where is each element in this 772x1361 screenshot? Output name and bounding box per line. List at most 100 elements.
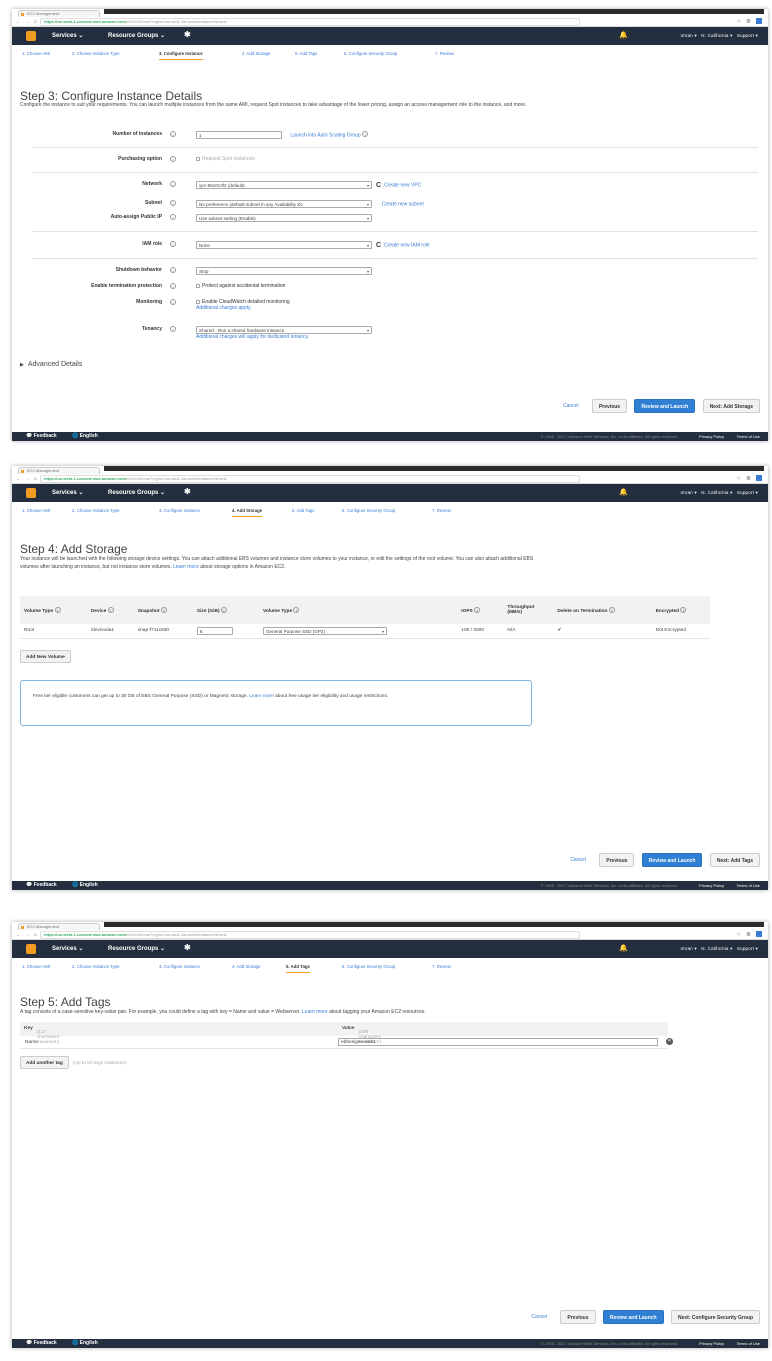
public-ip-select[interactable]: Use subnet setting (Enable): [196, 214, 372, 222]
step-tab-3[interactable]: 3. Configure Instance: [159, 51, 203, 60]
step-tab-6[interactable]: 6. Configure Security Group: [344, 51, 397, 56]
step-tab-4[interactable]: 4. Add Storage: [242, 51, 270, 56]
learn-more-link[interactable]: Learn more: [302, 1009, 328, 1015]
step-tab-7[interactable]: 7. Review: [435, 51, 454, 56]
network-select[interactable]: vpc-9610c2f2 (default): [196, 181, 372, 189]
add-tag-button[interactable]: Add another tag: [20, 1056, 69, 1069]
previous-button[interactable]: Previous: [599, 853, 635, 867]
aws-cube-icon[interactable]: [26, 488, 36, 498]
next-button[interactable]: Next: Add Tags: [709, 853, 760, 867]
next-button[interactable]: Next: Configure Security Group: [670, 1310, 760, 1324]
info-icon[interactable]: i: [170, 283, 176, 289]
nav-icons[interactable]: ← → C: [16, 476, 39, 481]
extension-icons[interactable]: ☆ ⊞: [737, 475, 762, 481]
extension-icons[interactable]: ☆ ⊞: [737, 18, 762, 24]
privacy-link[interactable]: Privacy Policy: [699, 434, 724, 439]
terms-link[interactable]: Terms of Use: [736, 434, 760, 439]
cancel-button[interactable]: Cancel: [525, 1310, 553, 1324]
account-menus[interactable]: Imran ▾ N. California ▾ Support ▾: [681, 490, 759, 496]
terms-link[interactable]: Terms of Use: [736, 883, 760, 888]
step-tab-2[interactable]: 2. Choose Instance Type: [72, 508, 119, 513]
refresh-icon[interactable]: C: [376, 242, 381, 249]
learn-more-link[interactable]: Learn more: [249, 694, 274, 699]
pin-icon[interactable]: ✱: [184, 487, 191, 496]
iam-select[interactable]: None: [196, 241, 372, 249]
review-launch-button[interactable]: Review and Launch: [641, 853, 703, 867]
cancel-button[interactable]: Cancel: [557, 399, 585, 413]
tag-value-input[interactable]: ebbesigns-web1: [338, 1038, 658, 1046]
next-button[interactable]: Next: Add Storage: [702, 399, 760, 413]
account-menus[interactable]: Imran ▾ N. California ▾ Support ▾: [681, 946, 759, 952]
services-menu[interactable]: Services ⌄: [52, 489, 83, 496]
privacy-link[interactable]: Privacy Policy: [699, 1341, 724, 1346]
language-link[interactable]: 🌐 English: [72, 1340, 98, 1346]
monitoring-charges-link[interactable]: Additional charges apply.: [196, 305, 252, 311]
learn-more-link[interactable]: Learn more: [173, 564, 199, 570]
delete-checkbox[interactable]: ✔: [553, 624, 652, 639]
browser-tab[interactable]: EC2 Management: [18, 923, 100, 930]
volume-type-select[interactable]: General Purpose SSD (GP2): [262, 626, 387, 635]
cancel-button[interactable]: Cancel: [564, 853, 592, 867]
bell-icon[interactable]: 🔔: [619, 488, 628, 496]
step-tab-2[interactable]: 2. Choose Instance Type: [72, 964, 119, 969]
step-tab-7[interactable]: 7. Review: [432, 964, 451, 969]
review-launch-button[interactable]: Review and Launch: [602, 1310, 664, 1324]
previous-button[interactable]: Previous: [560, 1310, 596, 1324]
nav-icons[interactable]: ← → C: [16, 19, 39, 24]
review-launch-button[interactable]: Review and Launch: [634, 399, 696, 413]
aws-cube-icon[interactable]: [26, 944, 36, 954]
step-tab-2[interactable]: 2. Choose Instance Type: [72, 51, 119, 56]
step-tab-1[interactable]: 1. Choose AMI: [22, 51, 50, 56]
step-tab-5[interactable]: 5. Add Tags: [292, 508, 314, 513]
info-icon[interactable]: i: [170, 131, 176, 137]
terms-link[interactable]: Terms of Use: [736, 1341, 760, 1346]
pin-icon[interactable]: ✱: [184, 943, 191, 952]
bell-icon[interactable]: 🔔: [619, 944, 628, 952]
step-tab-6[interactable]: 6. Configure Security Group: [342, 508, 395, 513]
step-tab-5[interactable]: 5. Add Tags: [295, 51, 317, 56]
spot-checkbox[interactable]: [196, 156, 200, 161]
create-vpc-link[interactable]: Create new VPC: [384, 182, 421, 188]
language-link[interactable]: 🌐 English: [72, 433, 98, 439]
info-icon[interactable]: i: [170, 181, 176, 187]
services-menu[interactable]: Services ⌄: [52, 32, 83, 39]
info-icon[interactable]: i: [362, 131, 369, 138]
url-field[interactable]: https://us-west-1.console.aws.amazon.com…: [40, 18, 580, 26]
tenancy-select[interactable]: Shared - Run a shared hardware instance: [196, 326, 372, 334]
privacy-link[interactable]: Privacy Policy: [699, 883, 724, 888]
url-field[interactable]: https://us-west-1.console.aws.amazon.com…: [40, 931, 580, 939]
nav-icons[interactable]: ← → C: [16, 932, 39, 937]
info-icon[interactable]: i: [170, 326, 176, 332]
tenancy-charges-link[interactable]: Additional charges will apply for dedica…: [196, 334, 309, 340]
add-volume-button[interactable]: Add New Volume: [20, 650, 71, 663]
step-tab-4[interactable]: 4. Add Storage: [232, 964, 260, 969]
resource-groups-menu[interactable]: Resource Groups ⌄: [108, 489, 165, 496]
aws-cube-icon[interactable]: [26, 31, 36, 41]
subnet-select[interactable]: No preference (default subnet in any Ava…: [196, 200, 372, 208]
extension-icons[interactable]: ☆ ⊞: [737, 931, 762, 937]
refresh-icon[interactable]: C: [376, 182, 381, 189]
pin-icon[interactable]: ✱: [184, 30, 191, 39]
step-tab-6[interactable]: 6. Configure Security Group: [342, 964, 395, 969]
num-instances-input[interactable]: 1: [196, 131, 282, 139]
create-iam-link[interactable]: Create new IAM role: [384, 242, 430, 248]
info-icon[interactable]: i: [170, 299, 176, 305]
step-tab-4[interactable]: 4. Add Storage: [232, 508, 263, 517]
feedback-link[interactable]: 💬 Feedback: [26, 433, 57, 439]
bell-icon[interactable]: 🔔: [619, 31, 628, 39]
step-tab-1[interactable]: 1. Choose AMI: [22, 964, 50, 969]
asg-link[interactable]: Launch into Auto Scaling Group: [290, 132, 360, 138]
language-link[interactable]: 🌐 English: [72, 882, 98, 888]
info-icon[interactable]: i: [170, 156, 176, 162]
create-subnet-link[interactable]: Create new subnet: [382, 201, 424, 207]
browser-tab[interactable]: EC2 Management: [18, 10, 100, 17]
advanced-details-toggle[interactable]: ▶ Advanced Details: [20, 361, 82, 368]
size-input[interactable]: 8: [196, 626, 233, 635]
services-menu[interactable]: Services ⌄: [52, 945, 83, 952]
monitoring-checkbox[interactable]: [196, 299, 200, 304]
step-tab-3[interactable]: 3. Configure Instance: [159, 508, 200, 513]
feedback-link[interactable]: 💬 Feedback: [26, 882, 57, 888]
info-icon[interactable]: i: [170, 241, 176, 247]
info-icon[interactable]: i: [170, 200, 176, 206]
termination-checkbox[interactable]: [196, 283, 200, 288]
